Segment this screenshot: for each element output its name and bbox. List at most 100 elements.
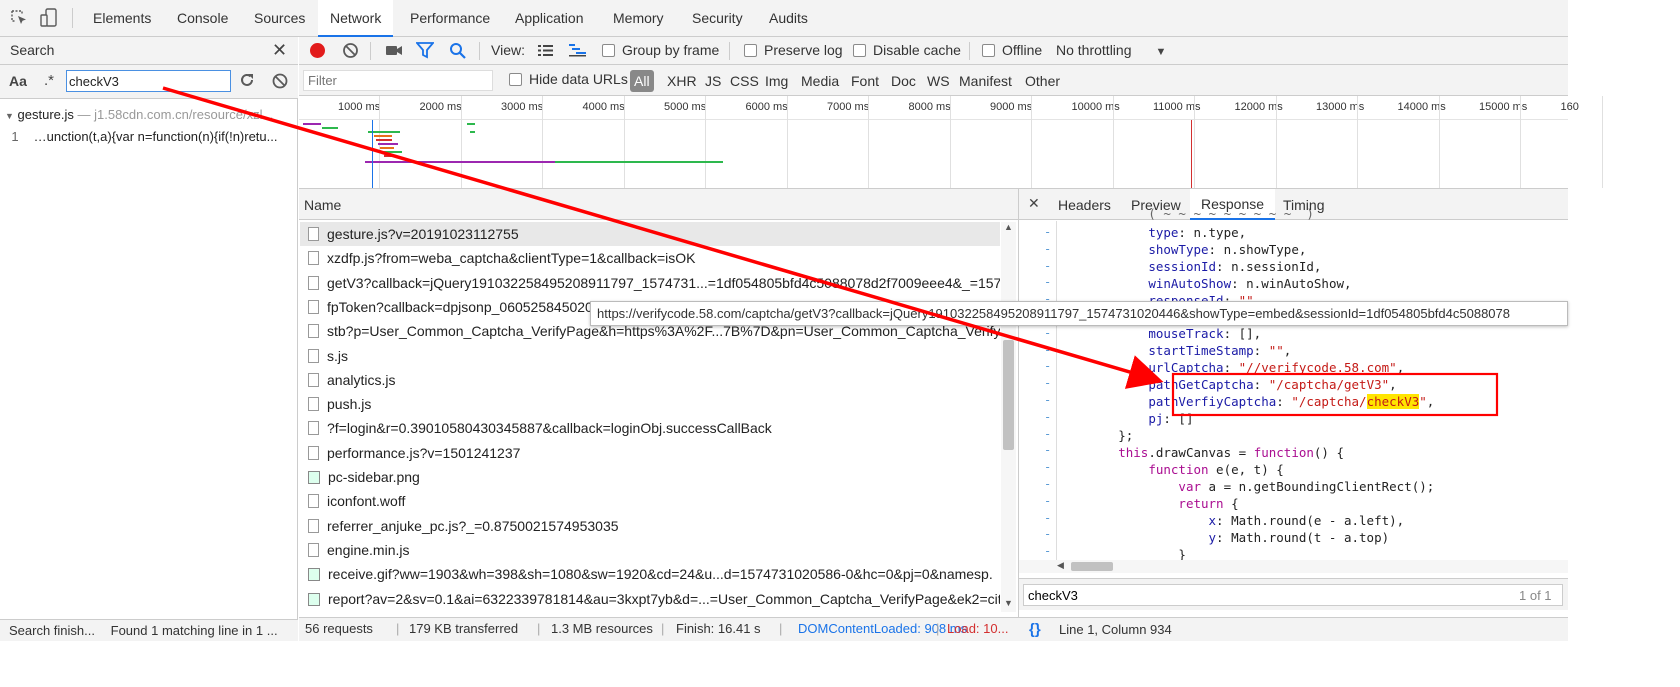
search-result-line[interactable]: 1 …unction(t,a){var n=function(n){if(!n)… (0, 129, 298, 147)
document-file-icon (308, 397, 319, 412)
code-line: showType: n.showType, (1148, 242, 1307, 257)
request-list-header[interactable]: Name (299, 189, 1019, 220)
pretty-print-icon[interactable]: {} (1029, 621, 1041, 638)
close-detail-icon[interactable]: ✕ (1028, 195, 1040, 212)
filter-type-doc[interactable]: Doc (891, 73, 916, 89)
search-input[interactable] (66, 70, 231, 92)
document-file-icon (308, 372, 319, 387)
gutter-dash: - (1044, 527, 1052, 542)
clear-log-icon[interactable] (342, 42, 359, 59)
request-row[interactable]: getV3?callback=jQuery1910322584952089117… (300, 271, 1000, 295)
code-line: var a = n.getBoundingClientRect(); (1178, 479, 1435, 494)
scroll-left-icon[interactable]: ◀ (1057, 560, 1064, 571)
filter-type-media[interactable]: Media (801, 73, 839, 89)
request-row[interactable]: report?av=2&sv=0.1&ai=6322339781814&au=3… (300, 587, 1000, 611)
request-row[interactable]: performance.js?v=1501241237 (300, 441, 1000, 465)
timeline-tick-label: 4000 ms (582, 101, 625, 113)
disable-cache-checkbox[interactable]: Disable cache (853, 42, 961, 58)
timeline-gridline (460, 96, 462, 188)
screenshot-camera-icon[interactable] (385, 43, 403, 58)
filter-type-all[interactable]: All (630, 70, 654, 92)
filter-type-css[interactable]: CSS (730, 73, 759, 89)
group-by-frame-checkbox[interactable]: Group by frame (602, 42, 719, 58)
tab-network[interactable]: Network (318, 0, 394, 37)
response-search-count: 1 of 1 (1519, 588, 1552, 603)
tab-application[interactable]: Application (515, 0, 584, 36)
filter-input[interactable] (303, 70, 493, 91)
tab-performance[interactable]: Performance (410, 0, 490, 36)
request-row[interactable]: ?f=login&r=0.39010580430345887&callback=… (300, 416, 1000, 440)
request-row[interactable]: xzdfp.js?from=weba_captcha&clientType=1&… (300, 246, 1000, 270)
tab-console[interactable]: Console (177, 0, 228, 36)
document-file-icon (308, 251, 319, 266)
waterfall-overview-icon[interactable] (568, 43, 587, 58)
offline-checkbox[interactable]: Offline (982, 42, 1042, 58)
inspect-element-icon[interactable] (10, 9, 28, 27)
request-row[interactable]: receive.gif?ww=1903&wh=398&sh=1080&sw=19… (300, 562, 1000, 586)
scroll-up-icon[interactable]: ▲ (1004, 222, 1013, 232)
response-search-input[interactable] (1023, 584, 1563, 606)
request-row[interactable]: pc-sidebar.png (300, 465, 1000, 489)
code-line: x: Math.round(e - a.left), (1208, 513, 1405, 528)
filter-type-img[interactable]: Img (765, 73, 788, 89)
toolbar-divider (479, 42, 480, 60)
document-file-icon (308, 518, 319, 533)
large-rows-icon[interactable] (537, 43, 554, 58)
request-row[interactable]: gesture.js?v=20191023112755 (300, 222, 1000, 246)
checkbox-box (982, 44, 995, 57)
name-column-header[interactable]: Name (304, 197, 341, 213)
search-options-bar: Aa .* (0, 65, 298, 99)
checkbox-box (602, 44, 615, 57)
close-icon[interactable]: ✕ (272, 40, 287, 61)
scrollbar-thumb[interactable] (1071, 562, 1113, 571)
checkbox-box (744, 44, 757, 57)
refresh-icon[interactable] (238, 71, 256, 89)
request-row[interactable]: push.js (300, 392, 1000, 416)
code-line: startTimeStamp: "", (1148, 343, 1292, 358)
filter-type-manifest[interactable]: Manifest (959, 73, 1012, 89)
filter-type-xhr[interactable]: XHR (667, 73, 697, 89)
request-row[interactable]: iconfont.woff (300, 489, 1000, 513)
filter-funnel-icon[interactable] (415, 42, 435, 59)
record-button[interactable] (310, 43, 325, 58)
regex-toggle[interactable]: .* (44, 72, 54, 89)
request-list-scrollbar[interactable]: ▲ ▼ (1001, 222, 1016, 612)
scrollbar-thumb[interactable] (1003, 340, 1014, 450)
document-file-icon (308, 445, 319, 460)
tab-audits[interactable]: Audits (769, 0, 808, 36)
view-label: View: (491, 42, 525, 58)
tab-security[interactable]: Security (692, 0, 743, 36)
document-file-icon (308, 227, 319, 241)
tab-sources[interactable]: Sources (254, 0, 305, 36)
clear-icon[interactable] (271, 72, 289, 90)
code-line: pathGetCaptcha: "/captcha/getV3", (1148, 377, 1397, 392)
filter-type-other[interactable]: Other (1025, 73, 1060, 89)
preserve-log-checkbox[interactable]: Preserve log (744, 42, 843, 58)
device-toolbar-icon[interactable] (40, 8, 58, 28)
hide-data-urls-checkbox[interactable]: Hide data URLs (509, 71, 628, 87)
code-horizontal-scrollbar[interactable]: ◀ (1019, 560, 1568, 573)
request-row[interactable]: analytics.js (300, 368, 1000, 392)
toolbar-divider (370, 42, 371, 60)
filter-type-ws[interactable]: WS (927, 73, 950, 89)
waterfall-bar (380, 147, 394, 149)
search-result-file[interactable]: ▼ gesture.js — j1.58cdn.com.cn/resource/… (0, 107, 298, 125)
result-line-number: 1 (11, 129, 19, 144)
request-name: getV3?callback=jQuery1910322584952089117… (327, 274, 1000, 291)
search-icon[interactable] (449, 42, 467, 60)
filter-type-font[interactable]: Font (851, 73, 879, 89)
scroll-down-icon[interactable]: ▼ (1004, 598, 1013, 608)
throttling-value: No throttling (1056, 42, 1132, 58)
request-row[interactable]: s.js (300, 344, 1000, 368)
timeline-gridline (1112, 96, 1114, 188)
tab-memory[interactable]: Memory (613, 0, 664, 36)
filter-type-js[interactable]: JS (705, 73, 721, 89)
match-case-toggle[interactable]: Aa (9, 73, 27, 89)
request-row[interactable]: referrer_anjuke_pc.js?_=0.87500215749530… (300, 514, 1000, 538)
request-row[interactable]: engine.min.js (300, 538, 1000, 562)
timeline-gridline (623, 96, 625, 188)
status-sep: | (936, 621, 940, 636)
throttling-select[interactable]: No throttling ▼ (1056, 42, 1166, 58)
status-sep: | (779, 621, 783, 636)
tab-elements[interactable]: Elements (93, 0, 151, 36)
